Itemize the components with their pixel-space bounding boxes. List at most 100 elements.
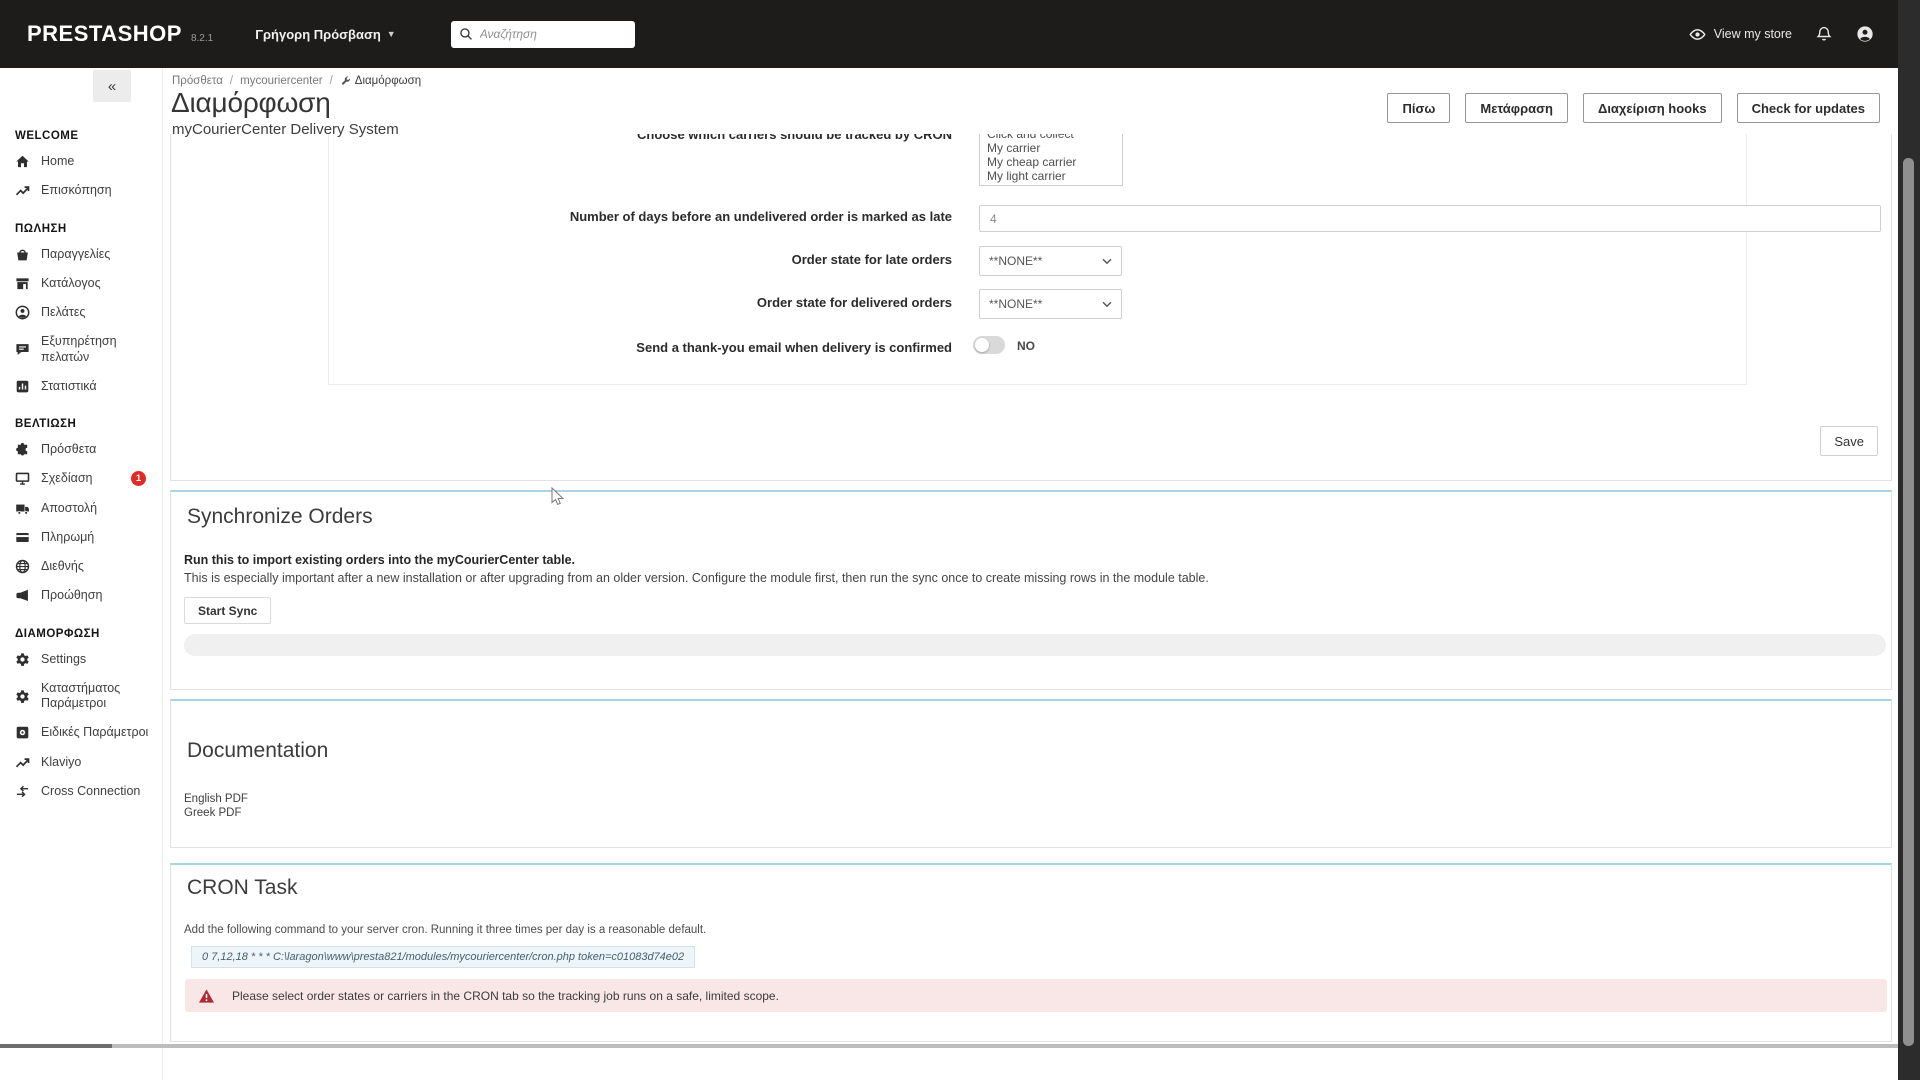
- sidebar-item-settings[interactable]: Settings: [0, 645, 162, 674]
- greek-pdf-link[interactable]: Greek PDF: [184, 807, 242, 819]
- sync-description: This is especially important after a new…: [184, 571, 1209, 585]
- notifications-bell-icon[interactable]: [1816, 26, 1832, 42]
- module-config-card: Choose which carriers should be tracked …: [170, 133, 1892, 481]
- monitor-icon: [15, 471, 30, 486]
- sidebar-item-catalog[interactable]: Κατάλογος: [0, 269, 162, 298]
- cron-card-title: CRON Task: [187, 876, 297, 900]
- sidebar-item-label: Πρόσθετα: [41, 442, 96, 457]
- sync-card-title: Synchronize Orders: [187, 505, 373, 529]
- sidebar-item-shop-params[interactable]: Καταστήματος Παράμετροι: [0, 674, 150, 719]
- sidebar-item-label: Settings: [41, 652, 86, 667]
- carriers-label: Choose which carriers should be tracked …: [429, 133, 952, 142]
- sidebar-item-label: Παραγγελίες: [41, 247, 110, 262]
- breadcrumb-module[interactable]: mycouriercenter: [240, 75, 322, 87]
- sidebar-item-klaviyo[interactable]: Klaviyo: [0, 748, 162, 777]
- late-state-value: **NONE**: [989, 254, 1042, 268]
- synchronize-orders-card: Synchronize Orders Run this to import ex…: [170, 490, 1892, 690]
- view-store-label: View my store: [1714, 27, 1792, 41]
- sidebar-collapse-button[interactable]: «: [93, 70, 131, 102]
- sidebar-item-design[interactable]: Σχεδίαση 1: [0, 464, 162, 493]
- trending-up-icon: [15, 755, 30, 770]
- sidebar-item-customer-service[interactable]: Εξυπηρέτηση πελατών: [0, 327, 140, 372]
- thankyou-email-toggle[interactable]: [973, 336, 1005, 354]
- translate-button[interactable]: Μετάφραση: [1465, 93, 1568, 123]
- save-button[interactable]: Save: [1820, 426, 1878, 456]
- cron-task-card: CRON Task Add the following command to y…: [170, 863, 1892, 1042]
- puzzle-icon: [15, 442, 30, 457]
- carrier-option[interactable]: Click and collect: [980, 133, 1122, 141]
- sidebar-nav: WELCOME Home Επισκόπηση ΠΩΛΗΣΗ Παραγγελί…: [0, 68, 162, 806]
- sidebar-item-marketing[interactable]: Προώθηση: [0, 581, 162, 610]
- sidebar-item-home[interactable]: Home: [0, 147, 162, 176]
- account-icon[interactable]: [1856, 25, 1874, 43]
- sidebar-item-cross-connection[interactable]: Cross Connection: [0, 777, 162, 806]
- prestashop-logo: PRESTASHOP: [27, 21, 182, 47]
- sidebar-item-orders[interactable]: Παραγγελίες: [0, 240, 162, 269]
- start-sync-button[interactable]: Start Sync: [184, 597, 271, 624]
- eye-icon: [1689, 26, 1706, 43]
- cron-instruction: Add the following command to your server…: [184, 924, 706, 936]
- breadcrumb-separator: /: [330, 75, 333, 87]
- page-header: Πρόσθετα / mycouriercenter / Διαμόρφωση …: [163, 68, 1898, 134]
- sidebar-item-shipping[interactable]: Αποστολή: [0, 494, 162, 523]
- sidebar-item-label: Κατάλογος: [41, 276, 101, 291]
- sidebar-item-payment[interactable]: Πληρωμή: [0, 523, 162, 552]
- header-actions: Πίσω Μετάφραση Διαχείριση hooks Check fo…: [1387, 93, 1880, 123]
- page-subtitle: myCourierCenter Delivery System: [172, 121, 399, 138]
- sidebar-item-international[interactable]: Διεθνής: [0, 552, 162, 581]
- documentation-card: Documentation English PDF Greek PDF: [170, 699, 1892, 848]
- sidebar-item-modules[interactable]: Πρόσθετα: [0, 435, 162, 464]
- stats-icon: [15, 379, 30, 394]
- carrier-option[interactable]: My light carrier: [980, 169, 1122, 183]
- breadcrumb-modules[interactable]: Πρόσθετα: [172, 75, 223, 87]
- sidebar-item-advanced-params[interactable]: Ειδικές Παράμετροι: [0, 718, 162, 747]
- caret-down-icon: ▼: [387, 29, 396, 39]
- sidebar: « WELCOME Home Επισκόπηση ΠΩΛΗΣΗ Παραγγε…: [0, 68, 163, 1080]
- trending-up-icon: [15, 183, 30, 198]
- breadcrumb-separator: /: [230, 75, 233, 87]
- search-box: [451, 21, 635, 48]
- delivered-state-value: **NONE**: [989, 297, 1042, 311]
- manage-hooks-button[interactable]: Διαχείριση hooks: [1583, 93, 1722, 123]
- credit-card-icon: [15, 530, 30, 545]
- truck-icon: [15, 501, 30, 516]
- back-button[interactable]: Πίσω: [1387, 93, 1450, 123]
- vertical-scrollbar-thumb[interactable]: [1903, 158, 1914, 1046]
- mouse-cursor: [551, 487, 565, 512]
- advanced-params-icon: [15, 725, 30, 740]
- chevron-down-icon: [1102, 301, 1112, 308]
- prestashop-admin-screen: PRESTASHOP 8.2.1 Γρήγορη Πρόσβαση ▼ View…: [0, 0, 1920, 1080]
- carriers-multiselect[interactable]: Click and collect My carrier My cheap ca…: [979, 133, 1123, 186]
- sidebar-item-stats[interactable]: Στατιστικά: [0, 372, 162, 401]
- horizontal-scrollbar-track: [0, 1044, 1898, 1048]
- sidebar-item-label: Στατιστικά: [41, 379, 97, 394]
- cross-connection-icon: [15, 784, 30, 799]
- gear-icon: [15, 652, 30, 667]
- search-input[interactable]: [480, 27, 635, 41]
- carrier-option[interactable]: My carrier: [980, 141, 1122, 155]
- topbar: PRESTASHOP 8.2.1 Γρήγορη Πρόσβαση ▼ View…: [0, 0, 1920, 68]
- horizontal-scrollbar-thumb[interactable]: [0, 1044, 112, 1048]
- sidebar-item-label: Εξυπηρέτηση πελατών: [41, 334, 136, 365]
- basket-icon: [15, 247, 30, 262]
- english-pdf-link[interactable]: English PDF: [184, 793, 248, 805]
- toggle-knob: [975, 338, 989, 352]
- chevron-down-icon: [1102, 258, 1112, 265]
- sidebar-section-improve: ΒΕΛΤΙΩΣΗ: [0, 418, 162, 435]
- sidebar-item-label: Διεθνής: [41, 559, 84, 574]
- sidebar-item-label: Σχεδίαση: [41, 471, 93, 486]
- topbar-right: View my store: [1689, 25, 1874, 43]
- sidebar-item-label: Ειδικές Παράμετροι: [41, 725, 148, 740]
- quick-access-menu[interactable]: Γρήγορη Πρόσβαση ▼: [255, 27, 396, 42]
- sidebar-item-customers[interactable]: Πελάτες: [0, 298, 162, 327]
- sidebar-item-overview[interactable]: Επισκόπηση: [0, 176, 162, 205]
- thankyou-email-state: NO: [1017, 339, 1035, 353]
- cron-command-code: 0 7,12,18 * * * C:\laragon\www\presta821…: [191, 946, 695, 968]
- carrier-option[interactable]: My cheap carrier: [980, 155, 1122, 169]
- warning-icon: [198, 988, 215, 1004]
- view-store-link[interactable]: View my store: [1689, 26, 1792, 43]
- delivered-state-select[interactable]: **NONE**: [979, 289, 1122, 319]
- check-updates-button[interactable]: Check for updates: [1737, 93, 1880, 123]
- late-days-input[interactable]: [979, 205, 1881, 232]
- late-state-select[interactable]: **NONE**: [979, 246, 1122, 276]
